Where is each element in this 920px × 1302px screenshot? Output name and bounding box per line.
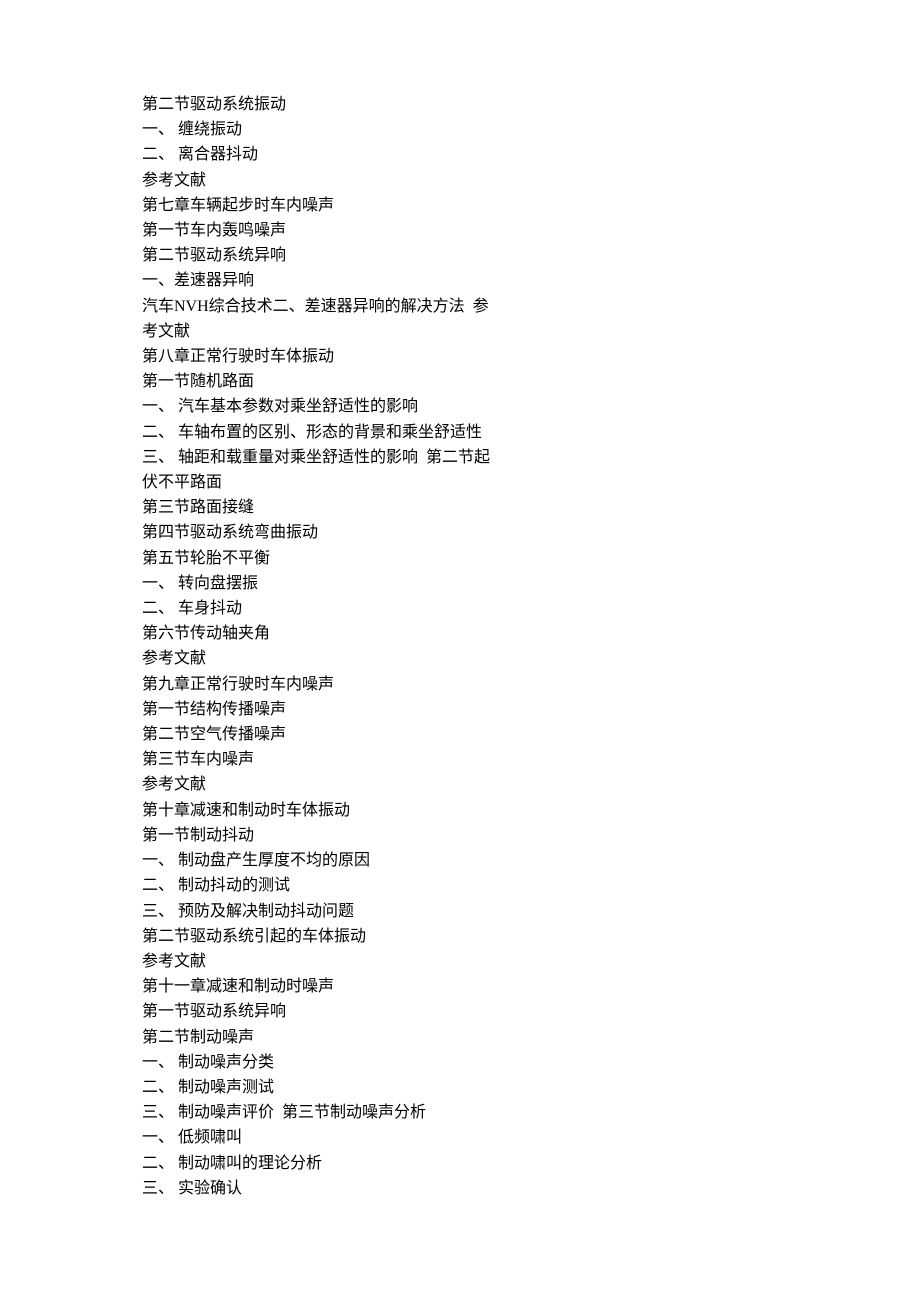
toc-line: 三、 制动噪声评价 第三节制动噪声分析: [142, 1100, 920, 1125]
toc-line: 二、 车轴布置的区别、形态的背景和乘坐舒适性: [142, 420, 920, 445]
toc-line: 三、 预防及解决制动抖动问题: [142, 899, 920, 924]
toc-line: 一、 转向盘摆振: [142, 571, 920, 596]
toc-line: 三、 实验确认: [142, 1176, 920, 1201]
toc-line: 第二节驱动系统振动: [142, 92, 920, 117]
toc-line: 第二节空气传播噪声: [142, 722, 920, 747]
toc-line: 一、 低频啸叫: [142, 1125, 920, 1150]
toc-line: 三、 轴距和载重量对乘坐舒适性的影响 第二节起: [142, 445, 920, 470]
toc-line: 二、 制动啸叫的理论分析: [142, 1151, 920, 1176]
toc-line: 第二节驱动系统引起的车体振动: [142, 924, 920, 949]
toc-line: 参考文献: [142, 646, 920, 671]
toc-line: 第四节驱动系统弯曲振动: [142, 520, 920, 545]
toc-line: 参考文献: [142, 168, 920, 193]
toc-line: 第九章正常行驶时车内噪声: [142, 672, 920, 697]
toc-line: 第一节随机路面: [142, 369, 920, 394]
toc-line: 考文献: [142, 319, 920, 344]
toc-line: 第二节驱动系统异响: [142, 243, 920, 268]
toc-line: 二、 车身抖动: [142, 596, 920, 621]
toc-line: 参考文献: [142, 949, 920, 974]
toc-line: 参考文献: [142, 772, 920, 797]
toc-line: 一、 缠绕振动: [142, 117, 920, 142]
toc-line: 二、 离合器抖动: [142, 142, 920, 167]
toc-line: 一、 制动噪声分类: [142, 1050, 920, 1075]
toc-line: 第二节制动噪声: [142, 1025, 920, 1050]
toc-line: 一、 制动盘产生厚度不均的原因: [142, 848, 920, 873]
toc-line: 第一节驱动系统异响: [142, 999, 920, 1024]
toc-line: 第七章车辆起步时车内噪声: [142, 193, 920, 218]
toc-line: 第三节车内噪声: [142, 747, 920, 772]
toc-line: 一、差速器异响: [142, 268, 920, 293]
toc-line: 第三节路面接缝: [142, 495, 920, 520]
toc-line: 第五节轮胎不平衡: [142, 546, 920, 571]
toc-line: 第十一章减速和制动时噪声: [142, 974, 920, 999]
toc-line: 第一节车内轰鸣噪声: [142, 218, 920, 243]
toc-line: 汽车NVH综合技术二、差速器异响的解决方法 参: [142, 294, 920, 319]
toc-line: 第十章减速和制动时车体振动: [142, 798, 920, 823]
toc-line: 伏不平路面: [142, 470, 920, 495]
toc-line: 第八章正常行驶时车体振动: [142, 344, 920, 369]
toc-line: 第六节传动轴夹角: [142, 621, 920, 646]
toc-line: 第一节制动抖动: [142, 823, 920, 848]
document-page: 第二节驱动系统振动 一、 缠绕振动 二、 离合器抖动 参考文献 第七章车辆起步时…: [0, 0, 920, 1302]
toc-line: 二、 制动抖动的测试: [142, 873, 920, 898]
toc-line: 二、 制动噪声测试: [142, 1075, 920, 1100]
toc-line: 一、 汽车基本参数对乘坐舒适性的影响: [142, 394, 920, 419]
toc-line: 第一节结构传播噪声: [142, 697, 920, 722]
